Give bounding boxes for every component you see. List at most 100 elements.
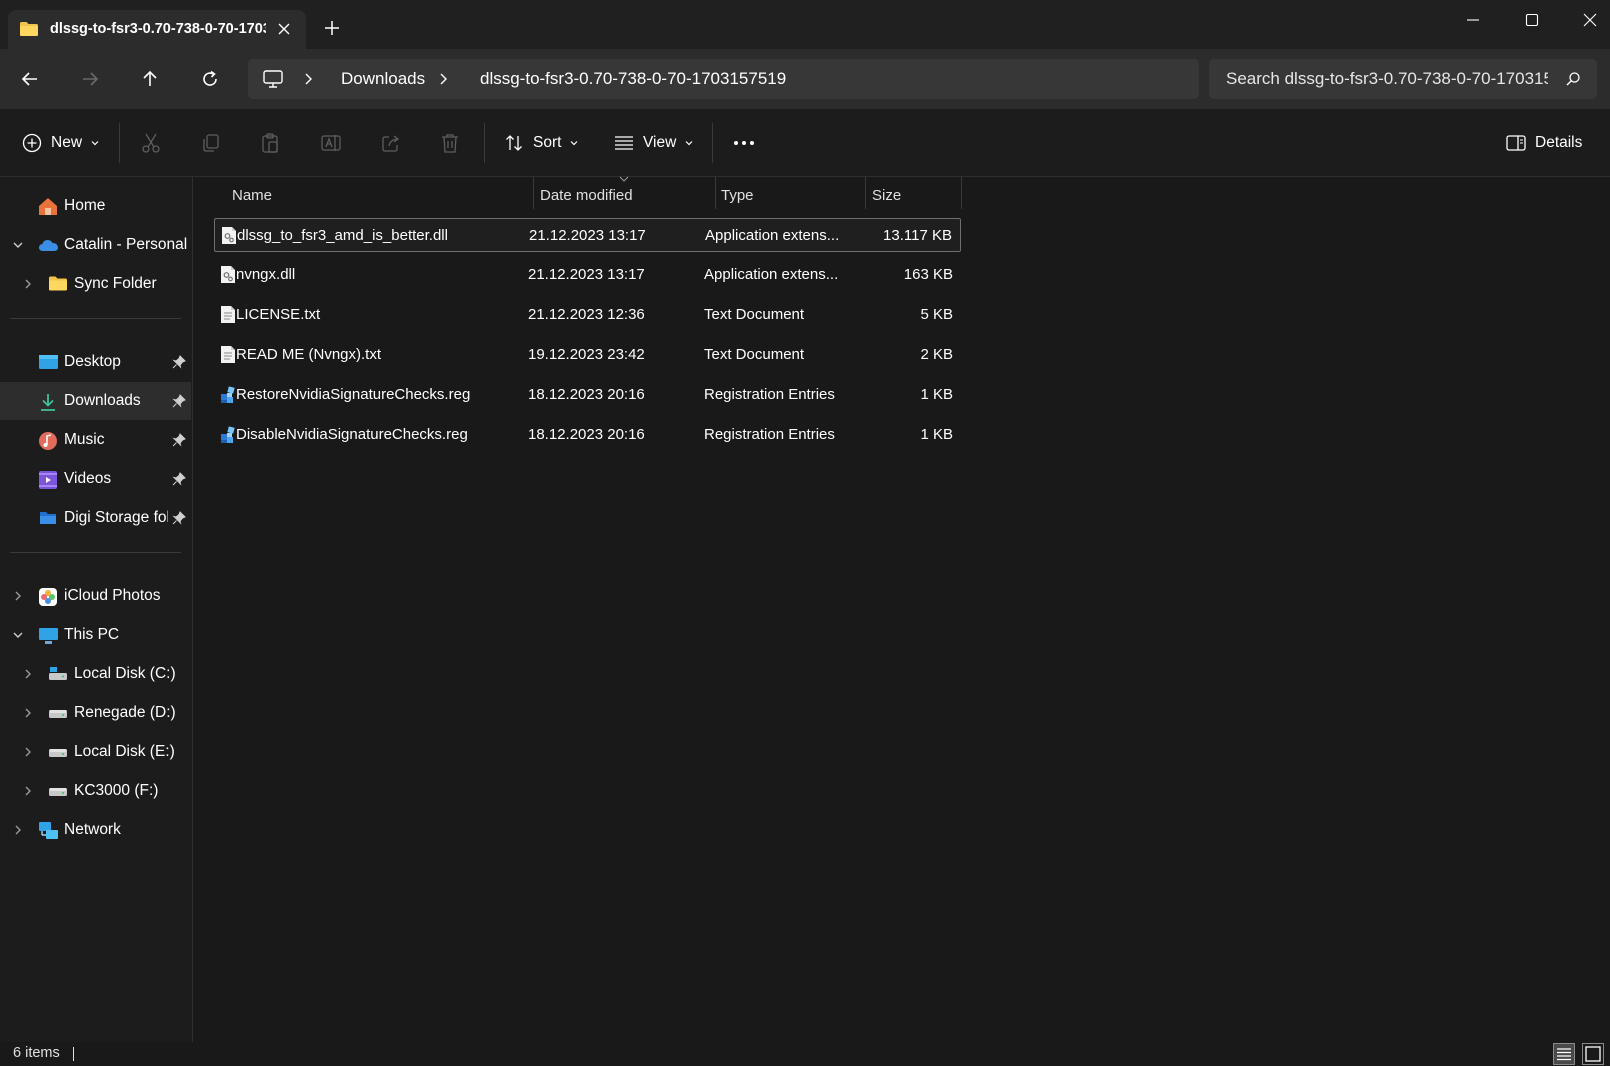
file-date: 21.12.2023 12:36 (528, 306, 645, 323)
breadcrumb-downloads[interactable]: Downloads (341, 69, 425, 89)
chevron-right-icon[interactable] (22, 278, 34, 290)
column-header-date-modified[interactable]: Date modified (540, 187, 633, 204)
sidebar-item-drive-c[interactable]: Local Disk (C:) (0, 655, 190, 693)
sidebar-item-label: Local Disk (E:) (74, 743, 175, 760)
sidebar-item-this-pc[interactable]: This PC (0, 616, 190, 654)
sidebar-item-sync-folder[interactable]: Sync Folder (0, 265, 190, 303)
delete-icon[interactable] (440, 131, 460, 155)
chevron-right-icon[interactable] (22, 668, 34, 680)
pin-icon[interactable] (172, 394, 186, 408)
chevron-right-icon[interactable] (22, 707, 34, 719)
search-box[interactable]: Search dlssg-to-fsr3-0.70-738-0-70-17031… (1209, 59, 1597, 99)
sidebar-item-downloads[interactable]: Downloads (0, 382, 191, 420)
details-pane-label: Details (1535, 134, 1583, 151)
sidebar-item-desktop[interactable]: Desktop (0, 343, 190, 381)
column-divider[interactable] (865, 177, 866, 209)
sidebar-item-drive-f[interactable]: KC3000 (F:) (0, 772, 190, 810)
up-arrow-icon[interactable] (138, 67, 162, 91)
maximize-icon[interactable] (1514, 8, 1550, 32)
new-tab-icon[interactable] (324, 20, 340, 36)
column-header-size[interactable]: Size (872, 187, 901, 204)
sidebar-item-home[interactable]: Home (0, 187, 190, 225)
file-row[interactable]: nvngx.dll 21.12.2023 13:17 Application e… (214, 258, 961, 292)
breadcrumb-chevron-icon[interactable] (302, 72, 314, 86)
pin-icon[interactable] (172, 511, 186, 525)
column-divider[interactable] (715, 177, 716, 209)
chevron-down-icon (684, 139, 694, 147)
copy-icon[interactable] (201, 131, 221, 155)
chevron-right-icon[interactable] (12, 590, 24, 602)
large-icons-view-icon[interactable] (1582, 1043, 1604, 1065)
this-pc-icon[interactable] (262, 68, 284, 90)
breadcrumb-chevron-icon[interactable] (437, 72, 449, 86)
folder-icon (48, 275, 68, 292)
sidebar-item-onedrive[interactable]: Catalin - Personal (0, 226, 190, 264)
more-options-icon[interactable] (733, 131, 755, 155)
refresh-icon[interactable] (198, 67, 222, 91)
sidebar-item-label: Renegade (D:) (74, 704, 176, 721)
file-type: Application extens... (704, 266, 839, 283)
search-input[interactable]: Search dlssg-to-fsr3-0.70-738-0-70-17031… (1226, 69, 1548, 89)
pin-icon[interactable] (172, 355, 186, 369)
chevron-right-icon[interactable] (22, 746, 34, 758)
music-icon (38, 431, 58, 451)
chevron-down-icon[interactable] (12, 239, 24, 251)
column-header-name[interactable]: Name (232, 187, 272, 204)
onedrive-cloud-icon (38, 236, 59, 254)
file-name: nvngx.dll (236, 266, 296, 283)
column-divider[interactable] (961, 177, 962, 209)
cut-icon[interactable] (141, 131, 161, 155)
close-window-icon[interactable] (1572, 8, 1608, 32)
sidebar-item-drive-d[interactable]: Renegade (D:) (0, 694, 190, 732)
sidebar-item-music[interactable]: Music (0, 421, 190, 459)
rename-icon[interactable] (320, 131, 342, 155)
file-row[interactable]: DisableNvidiaSignatureChecks.reg 18.12.2… (214, 418, 961, 452)
sidebar-item-icloud-photos[interactable]: iCloud Photos (0, 577, 190, 615)
sidebar-item-videos[interactable]: Videos (0, 460, 190, 498)
column-header-type[interactable]: Type (721, 187, 754, 204)
sort-button[interactable]: Sort (504, 131, 579, 155)
breadcrumb-current-folder[interactable]: dlssg-to-fsr3-0.70-738-0-70-1703157519 (480, 69, 786, 89)
view-button[interactable]: View (614, 131, 694, 155)
sidebar-item-network[interactable]: Network (0, 811, 190, 849)
video-icon (38, 470, 58, 490)
address-bar[interactable]: Downloads dlssg-to-fsr3-0.70-738-0-70-17… (248, 59, 1199, 99)
forward-arrow-icon[interactable] (78, 67, 102, 91)
sidebar-item-label: Music (64, 431, 105, 448)
new-button[interactable]: New (22, 131, 100, 155)
back-arrow-icon[interactable] (18, 67, 42, 91)
download-icon (38, 392, 58, 412)
paste-icon[interactable] (260, 131, 280, 155)
file-row[interactable]: dlssg_to_fsr3_amd_is_better.dll 21.12.20… (214, 218, 961, 252)
close-tab-icon[interactable] (276, 21, 292, 37)
folder-icon (19, 21, 39, 37)
chevron-down-icon[interactable] (12, 629, 24, 641)
file-name: dlssg_to_fsr3_amd_is_better.dll (237, 227, 448, 244)
file-row[interactable]: READ ME (Nvngx).txt 19.12.2023 23:42 Tex… (214, 338, 961, 372)
minimize-icon[interactable] (1455, 8, 1491, 32)
chevron-right-icon[interactable] (22, 785, 34, 797)
active-tab[interactable]: dlssg-to-fsr3-0.70-738-0-70-1703157519 (8, 10, 306, 49)
column-divider[interactable] (533, 177, 534, 209)
file-name: DisableNvidiaSignatureChecks.reg (236, 426, 468, 443)
sidebar-item-drive-e[interactable]: Local Disk (E:) (0, 733, 190, 771)
pin-icon[interactable] (172, 433, 186, 447)
pin-icon[interactable] (172, 472, 186, 486)
details-view-icon[interactable] (1553, 1043, 1575, 1065)
details-pane-button[interactable]: Details (1506, 131, 1582, 155)
title-bar: dlssg-to-fsr3-0.70-738-0-70-1703157519 (0, 0, 1610, 49)
file-row[interactable]: LICENSE.txt 21.12.2023 12:36 Text Docume… (214, 298, 961, 332)
sidebar-item-digi-storage[interactable]: Digi Storage fol (0, 499, 190, 537)
sidebar-item-label: Local Disk (C:) (74, 665, 176, 682)
chevron-right-icon[interactable] (12, 824, 24, 836)
details-pane-icon (1506, 134, 1526, 152)
sidebar-item-label: Home (64, 197, 106, 214)
sidebar-item-label: Sync Folder (74, 275, 157, 292)
file-row[interactable]: RestoreNvidiaSignatureChecks.reg 18.12.2… (214, 378, 961, 412)
chevron-down-icon (569, 139, 579, 147)
plus-circle-icon (22, 133, 42, 153)
new-button-label: New (51, 134, 83, 151)
search-icon[interactable] (1565, 71, 1581, 87)
text-file-icon (220, 305, 236, 324)
share-icon[interactable] (380, 131, 402, 155)
